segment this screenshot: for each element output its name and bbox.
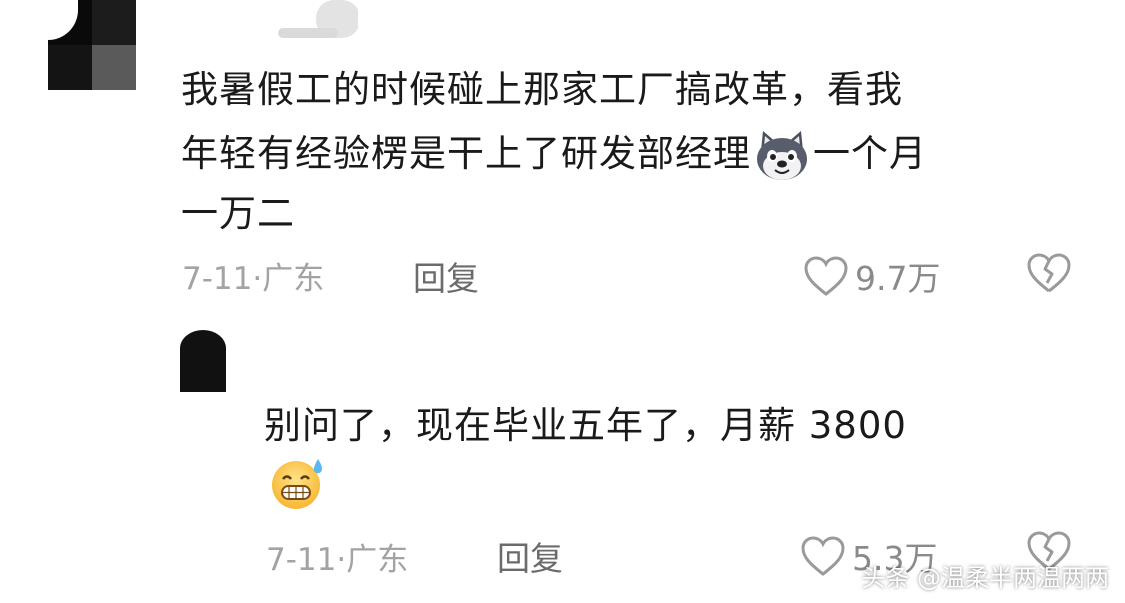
- comment-meta: 7-11·广东: [266, 534, 408, 579]
- comment-text-line-2: 年轻有经验楞是干上了研发部经理 一个月: [181, 124, 927, 184]
- reply-button[interactable]: 回复: [413, 252, 479, 300]
- dog-face-emoji-icon: [757, 130, 807, 180]
- comment-text-span: 一个月: [813, 132, 927, 175]
- broken-heart-icon[interactable]: [1026, 252, 1072, 294]
- comment-date: 7-11·: [266, 542, 347, 578]
- comment-meta: 7-11·广东: [182, 253, 324, 298]
- avatar[interactable]: [48, 0, 136, 90]
- comment-date: 7-11·: [182, 261, 263, 297]
- username-blurred[interactable]: [278, 0, 358, 40]
- like-count: 9.7万: [855, 259, 941, 298]
- heart-icon: [804, 256, 848, 296]
- comment-text-span: 年轻有经验楞是干上了研发部经理: [181, 132, 751, 175]
- heart-icon: [801, 536, 845, 576]
- reply-text: 别问了，现在毕业五年了，月薪 3800: [264, 404, 907, 447]
- avatar[interactable]: [180, 330, 226, 392]
- grinning-sweat-emoji-icon: [272, 459, 322, 509]
- like-button[interactable]: 9.7万: [803, 252, 940, 300]
- watermark: 头条 @温柔半两温两两: [861, 564, 1109, 592]
- comment-location: 广东: [262, 261, 325, 297]
- comment-location: 广东: [346, 542, 409, 578]
- reply-button[interactable]: 回复: [497, 532, 563, 580]
- comment-text-line-1: 我暑假工的时候碰上那家工厂搞改革，看我: [181, 68, 903, 111]
- comment-text-line-3: 一万二: [181, 192, 295, 235]
